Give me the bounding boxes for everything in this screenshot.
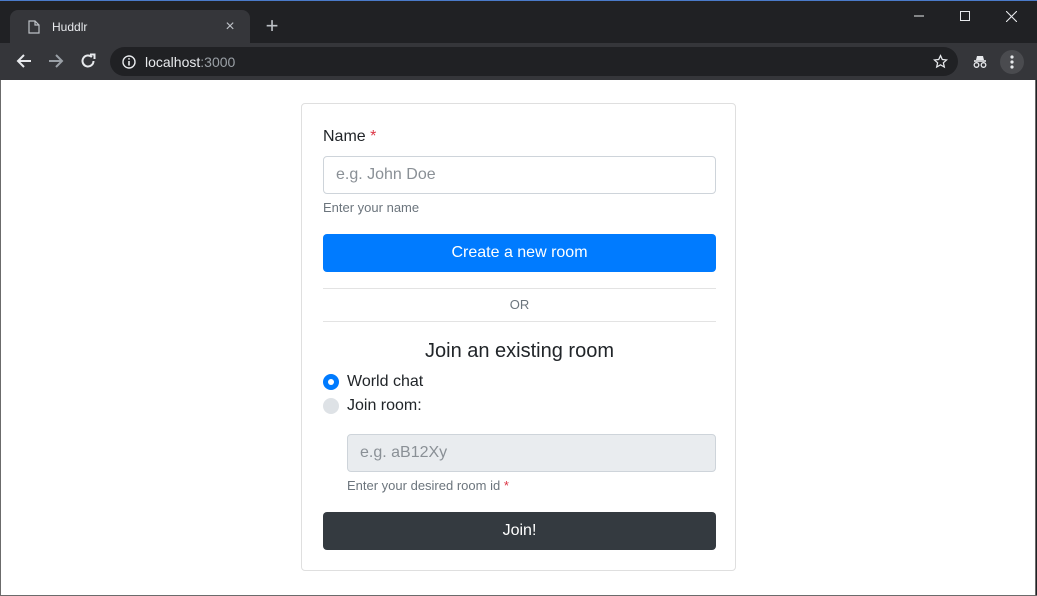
required-mark: *: [370, 128, 377, 145]
room-id-input[interactable]: [347, 434, 716, 472]
create-room-button[interactable]: Create a new room: [323, 234, 716, 272]
room-help-text: Enter your desired room id *: [347, 478, 509, 493]
name-help-text: Enter your name: [323, 200, 420, 215]
address-bar[interactable]: localhost:3000: [110, 47, 958, 76]
kebab-menu-icon[interactable]: [1000, 50, 1024, 74]
divider-top: [323, 288, 716, 289]
join-heading: Join an existing room: [425, 340, 614, 362]
document-icon: [26, 19, 42, 35]
radio-unchecked-icon[interactable]: [323, 398, 339, 414]
radio-join-room-label: Join room:: [347, 397, 422, 414]
radio-world-chat[interactable]: World chat: [323, 372, 423, 392]
name-label-text: Name: [323, 128, 366, 145]
room-help-label: Enter your desired room id: [347, 478, 501, 493]
tab-bar: Huddlr × +: [0, 0, 1037, 44]
radio-join-room[interactable]: Join room:: [323, 396, 422, 416]
page-viewport: Name * Enter your name Create a new room…: [1, 80, 1035, 595]
browser-tab[interactable]: Huddlr ×: [10, 10, 250, 44]
back-arrow-icon[interactable]: [12, 49, 36, 73]
info-icon[interactable]: [121, 54, 137, 70]
room-required-mark: *: [503, 478, 509, 493]
minimize-icon[interactable]: [896, 1, 942, 31]
close-tab-icon[interactable]: ×: [222, 19, 238, 35]
browser-toolbar: localhost:3000: [0, 43, 1037, 80]
url-host: localhost: [145, 53, 201, 70]
join-button[interactable]: Join!: [323, 512, 716, 550]
incognito-icon[interactable]: [968, 50, 992, 74]
maximize-icon[interactable]: [942, 1, 988, 31]
window-border-right: [1035, 80, 1036, 596]
divider-bottom: [323, 321, 716, 322]
new-tab-icon[interactable]: +: [261, 15, 283, 37]
tab-title: Huddlr: [52, 20, 88, 34]
radio-world-chat-label: World chat: [347, 373, 424, 390]
radio-checked-icon[interactable]: [323, 374, 339, 390]
forward-arrow-icon[interactable]: [44, 49, 68, 73]
close-window-icon[interactable]: [988, 1, 1034, 31]
name-input[interactable]: [323, 156, 716, 194]
room-form-card: Name * Enter your name Create a new room…: [301, 103, 736, 571]
url-port: :3000: [200, 53, 236, 70]
bookmark-star-icon[interactable]: [932, 53, 948, 69]
or-divider-text: OR: [509, 297, 530, 312]
reload-icon[interactable]: [76, 49, 100, 73]
name-label: Name *: [323, 128, 376, 146]
